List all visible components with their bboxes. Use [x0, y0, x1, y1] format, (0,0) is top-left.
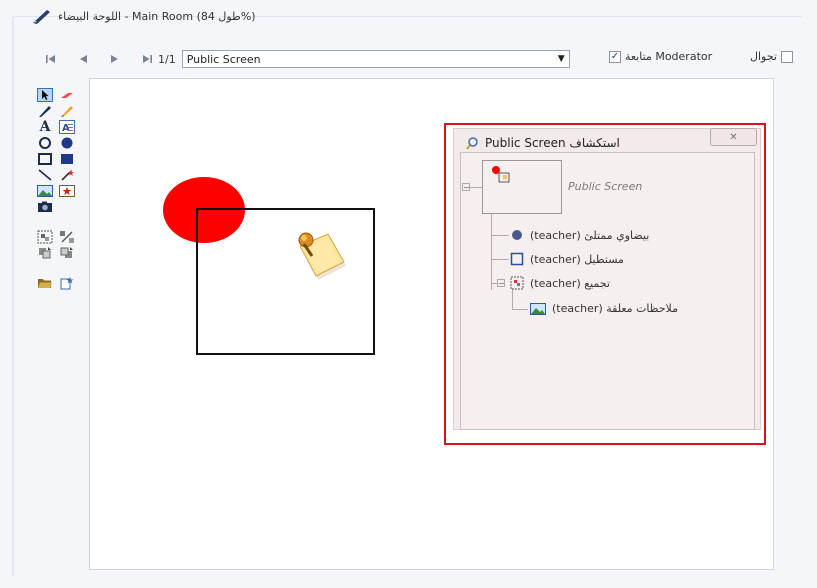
send-back-icon[interactable] — [37, 246, 53, 260]
whiteboard-window: اللوحة البيضاء - Main Room (طول 84%) 1/1… — [0, 0, 817, 588]
eraser-icon[interactable] — [59, 88, 75, 102]
window-titlebar: اللوحة البيضاء - Main Room (طول 84%) — [30, 6, 256, 26]
moderator-checkbox[interactable]: ✓ — [609, 50, 621, 63]
select-icon[interactable] — [37, 88, 53, 102]
sticky-note[interactable] — [290, 226, 350, 282]
moderator-option[interactable]: ✓ متابعة Moderator — [609, 50, 712, 63]
tool-palette: A A — [37, 88, 87, 292]
window-title: اللوحة البيضاء - Main Room (طول 84%) — [58, 9, 256, 23]
next-page-icon[interactable] — [104, 49, 126, 69]
line-icon[interactable] — [37, 168, 53, 182]
sticker-icon[interactable] — [59, 184, 75, 198]
group-icon[interactable] — [37, 230, 53, 244]
chevron-down-icon: ▼ — [557, 54, 565, 64]
text-box-icon[interactable]: A — [59, 120, 75, 134]
page-number: 1/1 — [158, 52, 176, 66]
screen-select[interactable]: Public Screen ▼ — [181, 50, 570, 68]
rect-outline-icon[interactable] — [37, 152, 53, 166]
roam-label: تجوال — [750, 50, 777, 63]
rect-filled-icon[interactable] — [59, 152, 75, 166]
highlighter-icon[interactable] — [59, 104, 75, 118]
screen-select-value: Public Screen — [186, 52, 261, 66]
prev-page-icon[interactable] — [72, 49, 94, 69]
last-page-icon[interactable] — [136, 49, 158, 69]
text-icon[interactable]: A — [37, 119, 53, 135]
ungroup-icon[interactable] — [59, 230, 75, 244]
new-page-icon[interactable] — [59, 276, 75, 290]
moderator-label: متابعة Moderator — [625, 50, 713, 63]
pen-icon — [33, 10, 50, 24]
explorer-highlight-frame — [444, 123, 766, 445]
image-icon[interactable] — [37, 184, 53, 198]
camera-icon[interactable] — [37, 200, 53, 214]
pen-tool-icon[interactable] — [37, 104, 53, 118]
page-toolbar: 1/1 Public Screen ▼ — [40, 48, 570, 70]
magic-wand-icon[interactable] — [59, 168, 75, 182]
open-folder-icon[interactable] — [37, 276, 53, 290]
roam-option[interactable]: تجوال — [750, 50, 793, 63]
frame-left — [12, 16, 14, 576]
circle-outline-icon[interactable] — [37, 136, 53, 150]
roam-checkbox[interactable] — [780, 50, 793, 63]
circle-filled-icon[interactable] — [59, 136, 75, 150]
first-page-icon[interactable] — [40, 49, 62, 69]
bring-front-icon[interactable] — [59, 246, 75, 260]
